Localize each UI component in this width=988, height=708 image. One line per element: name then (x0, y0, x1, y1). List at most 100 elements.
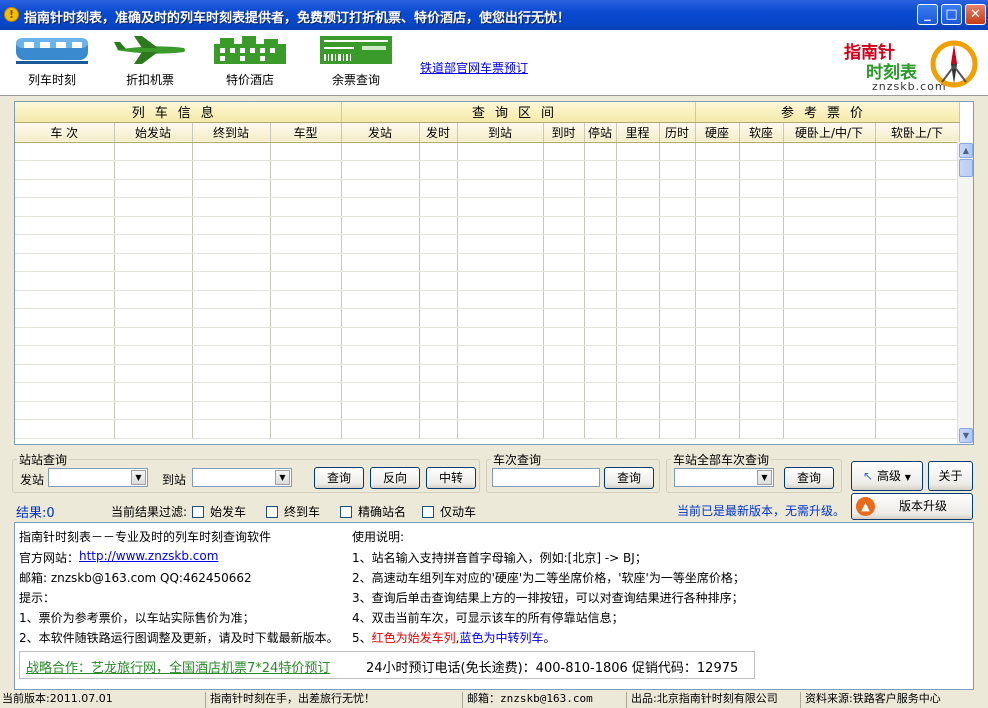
transfer-button[interactable]: 中转 (426, 467, 476, 489)
to-station-combo[interactable]: ▼ (192, 468, 292, 487)
status-company: 出品:北京指南针时刻有限公司 (626, 692, 778, 708)
column-header-distance[interactable]: 里程 (616, 122, 660, 143)
toolbar-ticket-query[interactable]: 余票查询 (316, 34, 396, 88)
table-row[interactable] (15, 253, 960, 272)
table-row[interactable] (15, 216, 960, 235)
scroll-thumb[interactable] (959, 159, 973, 177)
table-cell (659, 216, 696, 235)
column-header-train-no[interactable]: 车 次 (15, 122, 115, 143)
column-header-train-type[interactable]: 车型 (270, 122, 342, 143)
column-header-depart-station[interactable]: 发站 (341, 122, 420, 143)
column-header-arrive-time[interactable]: 到时 (543, 122, 585, 143)
table-cell (875, 419, 960, 439)
table-cell (875, 271, 960, 291)
column-header-hard-sleeper[interactable]: 硬卧上/中/下 (783, 122, 876, 143)
table-cell (616, 197, 660, 217)
checkbox-icon[interactable] (422, 506, 434, 518)
filter-emu-only-checkbox[interactable]: 仅动车 (422, 503, 476, 520)
table-cell (114, 142, 193, 161)
table-row[interactable] (15, 234, 960, 254)
train-query-button[interactable]: 查询 (604, 467, 654, 489)
usage-5-blue: 蓝色为中转列车 (459, 631, 544, 645)
column-header-duration[interactable]: 历时 (659, 122, 696, 143)
table-cell (419, 345, 458, 365)
column-header-terminal[interactable]: 终到站 (192, 122, 271, 143)
website-link[interactable]: http://www.znzskb.com (79, 549, 218, 563)
maximize-button[interactable]: □ (941, 4, 962, 25)
scroll-down-icon[interactable]: ▼ (959, 428, 973, 443)
table-row[interactable] (15, 160, 960, 180)
header-group-query-range[interactable]: 查询区间 (341, 102, 696, 123)
from-station-combo[interactable]: ▼ (48, 468, 148, 487)
table-cell (695, 327, 740, 346)
checkbox-icon[interactable] (340, 506, 352, 518)
vertical-scrollbar[interactable]: ▲ ▼ (957, 142, 973, 444)
table-cell (543, 290, 585, 309)
column-header-origin[interactable]: 始发站 (114, 122, 193, 143)
table-cell (616, 271, 660, 291)
table-cell (419, 160, 458, 180)
filter-exact-name-checkbox[interactable]: 精确站名 (340, 503, 406, 520)
table-cell (783, 419, 876, 439)
table-cell (15, 419, 115, 439)
column-header-stops[interactable]: 停站 (584, 122, 617, 143)
table-cell (739, 197, 784, 217)
table-row[interactable] (15, 271, 960, 291)
scroll-up-icon[interactable]: ▲ (959, 143, 973, 158)
column-header-depart-time[interactable]: 发时 (419, 122, 458, 143)
table-cell (659, 308, 696, 328)
table-cell (15, 234, 115, 254)
minimize-button[interactable]: _ (917, 4, 938, 25)
column-header-soft-seat[interactable]: 软座 (739, 122, 784, 143)
upgrade-button[interactable]: ▲ 版本升级 (851, 493, 973, 520)
advanced-button[interactable]: ↖ 高级 ▼ (851, 461, 923, 491)
results-grid[interactable]: 列车信息 查询区间 参考票价 车 次 始发站 终到站 车型 发站 发时 到站 到… (14, 101, 974, 445)
table-row[interactable] (15, 327, 960, 346)
table-row[interactable] (15, 382, 960, 402)
column-header-arrive-station[interactable]: 到站 (457, 122, 544, 143)
table-row[interactable] (15, 142, 960, 161)
table-row[interactable] (15, 401, 960, 420)
status-version: 当前版本:2011.07.01 (2, 692, 113, 705)
toolbar-train-times[interactable]: 列车时刻 (12, 34, 92, 88)
chevron-down-icon[interactable]: ▼ (131, 470, 146, 485)
table-row[interactable] (15, 197, 960, 217)
ticket-icon (320, 36, 392, 64)
table-row[interactable] (15, 419, 960, 439)
filter-origin-checkbox[interactable]: 始发车 (192, 503, 246, 520)
station-all-query-button[interactable]: 查询 (784, 467, 834, 489)
toolbar-flights[interactable]: 折扣机票 (110, 34, 190, 88)
station-query-button[interactable]: 查询 (314, 467, 364, 489)
promo-link[interactable]: 战略合作：艺龙旅行网，全国酒店机票7*24特价预订 (26, 657, 330, 676)
table-cell (457, 345, 544, 365)
toolbar-hotels[interactable]: 特价酒店 (210, 34, 290, 88)
table-row[interactable] (15, 290, 960, 309)
table-cell (270, 419, 342, 439)
railway-booking-link[interactable]: 铁道部官网车票预订 (420, 59, 528, 76)
table-cell (270, 345, 342, 365)
table-row[interactable] (15, 364, 960, 383)
table-row[interactable] (15, 345, 960, 365)
reverse-button[interactable]: 反向 (370, 467, 420, 489)
column-header-hard-seat[interactable]: 硬座 (695, 122, 740, 143)
filter-terminal-checkbox[interactable]: 终到车 (266, 503, 320, 520)
table-cell (419, 142, 458, 161)
close-button[interactable]: ✕ (965, 4, 986, 25)
chevron-down-icon[interactable]: ▼ (757, 470, 772, 485)
table-row[interactable] (15, 308, 960, 328)
table-row[interactable] (15, 179, 960, 198)
train-number-input[interactable] (492, 468, 600, 487)
table-cell (15, 364, 115, 383)
about-button[interactable]: 关于 (928, 461, 973, 491)
station-all-combo[interactable]: ▼ (674, 468, 774, 487)
header-group-train-info[interactable]: 列车信息 (15, 102, 342, 123)
checkbox-icon[interactable] (192, 506, 204, 518)
checkbox-icon[interactable] (266, 506, 278, 518)
table-cell (419, 290, 458, 309)
table-cell (616, 419, 660, 439)
table-cell (341, 179, 420, 198)
header-group-reference-price[interactable]: 参考票价 (695, 102, 960, 123)
column-header-soft-sleeper[interactable]: 软卧上/下 (875, 122, 960, 143)
table-cell (419, 401, 458, 420)
chevron-down-icon[interactable]: ▼ (275, 470, 290, 485)
